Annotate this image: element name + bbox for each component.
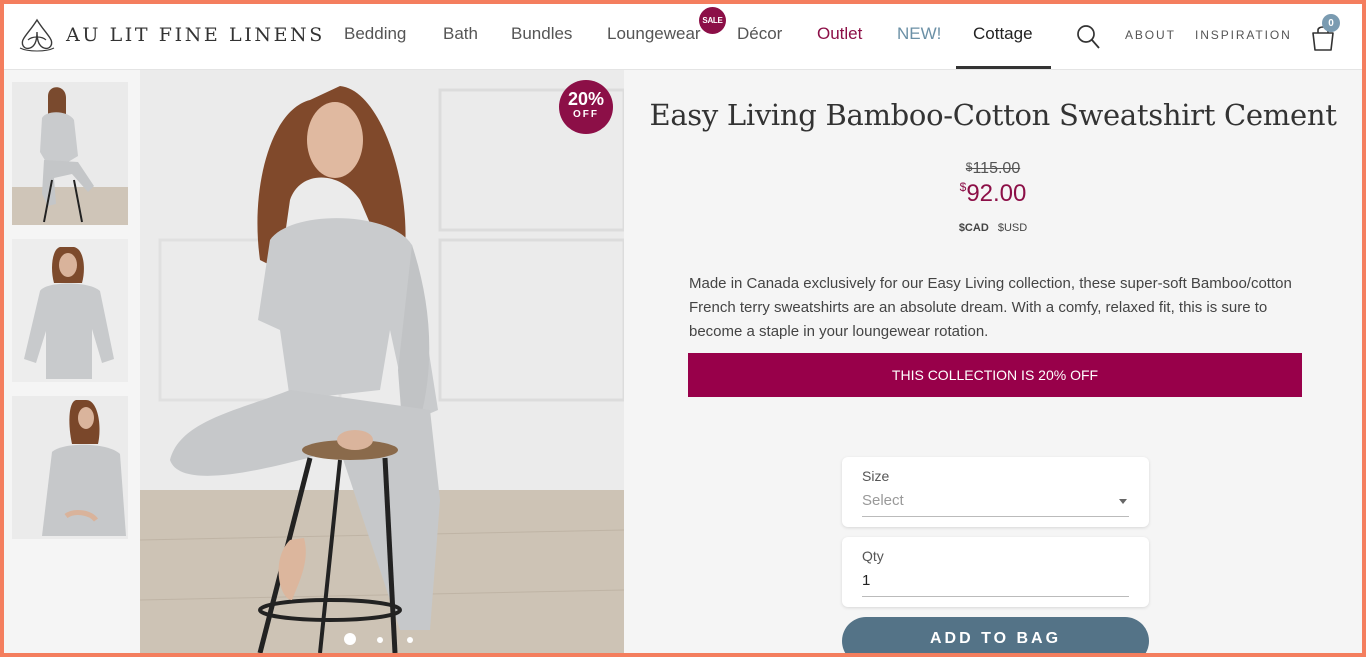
qty-underline — [862, 596, 1129, 597]
nav-item-bath[interactable]: Bath — [443, 24, 478, 44]
nav-item-outlet[interactable]: Outlet — [817, 24, 862, 44]
original-price-value: 115.00 — [972, 160, 1021, 177]
discount-badge: 20% OFF — [559, 80, 613, 134]
nav-item-cottage[interactable]: Cottage — [973, 24, 1033, 44]
active-nav-underline — [956, 66, 1051, 69]
original-price: $115.00 — [624, 160, 1362, 178]
product-thumbnail-3[interactable] — [12, 396, 128, 539]
size-underline — [862, 516, 1129, 517]
carousel-dot-3[interactable] — [407, 637, 413, 643]
product-photo — [140, 70, 624, 653]
bag-count-badge: 0 — [1322, 14, 1340, 32]
size-select[interactable]: Size Select — [842, 457, 1149, 527]
nav-item-new[interactable]: NEW! — [897, 24, 941, 44]
about-link[interactable]: ABOUT — [1125, 28, 1176, 42]
sale-price-value: 92.00 — [966, 180, 1027, 207]
nav-item-decor[interactable]: Décor — [737, 24, 782, 44]
brand-logo[interactable]: AU LIT FINE LINENS — [18, 18, 325, 52]
chevron-down-icon — [1119, 499, 1127, 504]
currency-cad[interactable]: $CAD — [959, 222, 989, 234]
product-description: Made in Canada exclusively for our Easy … — [689, 275, 1292, 340]
currency-switcher: $CAD $USD — [624, 222, 1362, 234]
logo-mark-icon — [19, 18, 55, 52]
nav-item-bedding[interactable]: Bedding — [344, 24, 406, 44]
add-to-bag-button[interactable]: ADD TO BAG — [842, 617, 1149, 653]
page: AU LIT FINE LINENS Bedding Bath Bundles … — [4, 4, 1362, 653]
nav-item-bundles[interactable]: Bundles — [511, 24, 572, 44]
carousel-dot-2[interactable] — [377, 637, 383, 643]
product-thumbnail-2[interactable] — [12, 239, 128, 382]
product-title: Easy Living Bamboo-Cotton Sweatshirt Cem… — [649, 98, 1337, 132]
nav-item-loungewear[interactable]: Loungewear — [607, 24, 701, 44]
promo-banner: THIS COLLECTION IS 20% OFF — [688, 353, 1302, 397]
sale-price: $92.00 — [624, 180, 1362, 208]
quantity-field[interactable]: Qty 1 — [842, 537, 1149, 607]
search-icon[interactable] — [1076, 24, 1100, 50]
size-label: Size — [862, 468, 890, 484]
thumbnail-photo-3 — [12, 396, 128, 539]
currency-usd[interactable]: $USD — [998, 222, 1027, 234]
discount-percent: 20% — [567, 89, 605, 109]
inspiration-link[interactable]: INSPIRATION — [1195, 28, 1292, 42]
thumbnail-photo-2 — [12, 239, 128, 382]
qty-label: Qty — [862, 548, 884, 564]
product-thumbnail-1[interactable] — [12, 82, 128, 225]
thumbnail-photo-1 — [12, 82, 128, 225]
qty-value: 1 — [862, 572, 871, 589]
product-main-image[interactable]: 20% OFF — [140, 70, 624, 653]
carousel-dot-1[interactable] — [344, 633, 356, 645]
size-placeholder: Select — [862, 492, 904, 509]
site-header: AU LIT FINE LINENS Bedding Bath Bundles … — [4, 4, 1362, 70]
discount-off-label: OFF — [573, 109, 599, 120]
brand-name: AU LIT FINE LINENS — [66, 24, 325, 46]
sale-badge: SALE — [699, 7, 726, 34]
